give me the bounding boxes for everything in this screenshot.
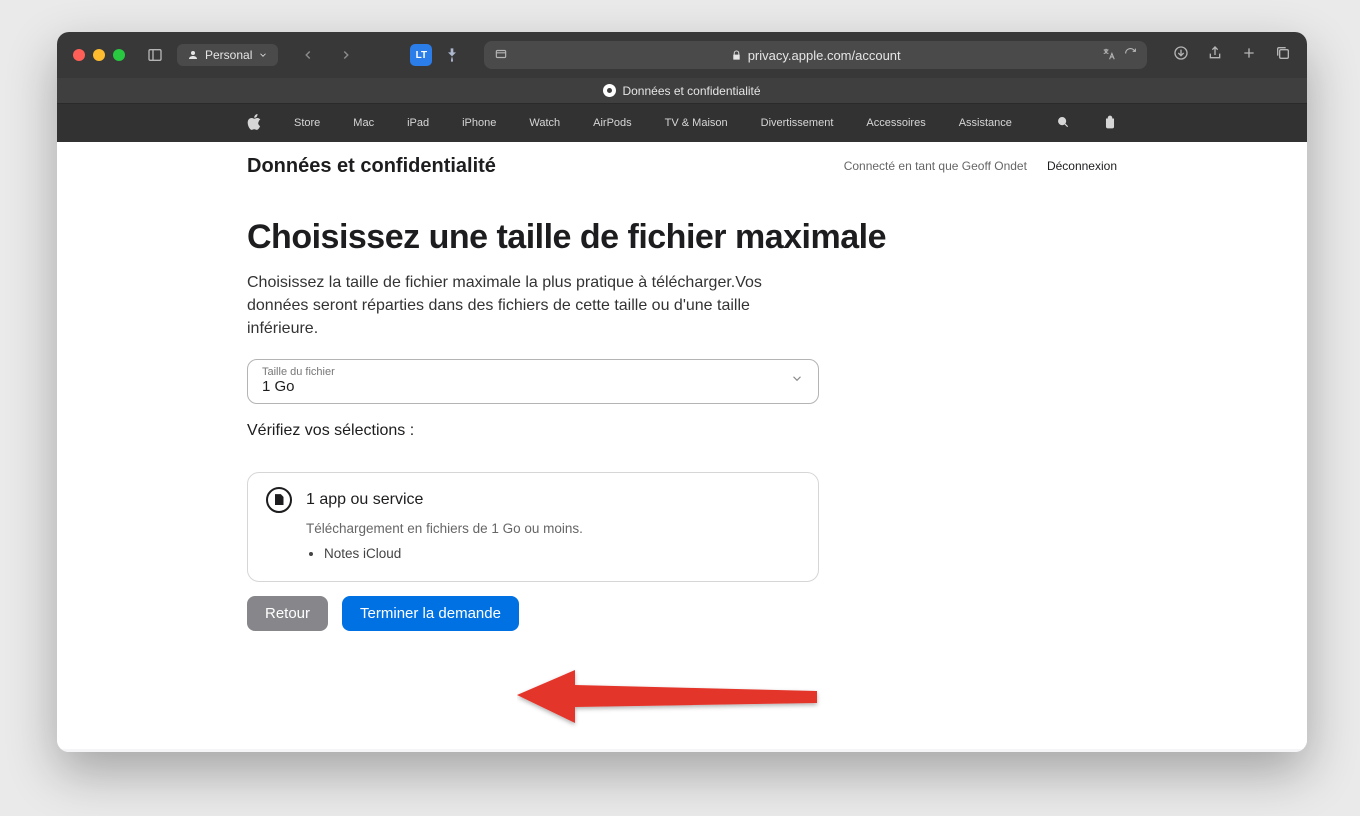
bag-icon[interactable] — [1103, 114, 1117, 133]
translate-icon[interactable] — [1102, 47, 1116, 64]
document-icon — [266, 487, 292, 513]
reload-icon[interactable] — [1124, 47, 1137, 64]
global-nav: Store Mac iPad iPhone Watch AirPods TV &… — [57, 104, 1307, 142]
apple-logo-icon[interactable] — [247, 114, 261, 133]
local-nav: Données et confidentialité Connecté en t… — [57, 142, 1307, 190]
verify-heading: Vérifiez vos sélections : — [247, 422, 1117, 440]
nav-support[interactable]: Assistance — [959, 117, 1012, 129]
share-icon[interactable] — [1207, 45, 1223, 66]
button-row: Retour Terminer la demande — [247, 596, 1117, 631]
tab-title[interactable]: Données et confidentialité — [622, 84, 760, 98]
review-item: Notes iCloud — [324, 546, 800, 561]
page-lead: Choisissez la taille de fichier maximale… — [247, 271, 807, 341]
tab-favicon — [603, 84, 616, 97]
footer: Vous pouvez aussi faire vos achats dans … — [57, 749, 1307, 752]
nav-mac[interactable]: Mac — [353, 117, 374, 129]
minimize-window-button[interactable] — [93, 49, 105, 61]
lock-icon — [731, 50, 742, 61]
site-settings-icon[interactable] — [494, 47, 508, 64]
signed-in-text: Connecté en tant que Geoff Ondet — [844, 159, 1027, 173]
back-button[interactable] — [294, 43, 322, 67]
review-card: 1 app ou service Téléchargement en fichi… — [247, 472, 819, 582]
profile-picker[interactable]: Personal — [177, 44, 278, 66]
nav-store[interactable]: Store — [294, 117, 320, 129]
nav-tv[interactable]: TV & Maison — [665, 117, 728, 129]
forward-button[interactable] — [332, 43, 360, 67]
profile-label: Personal — [205, 48, 252, 62]
file-size-select[interactable]: Taille du fichier 1 Go — [247, 359, 819, 404]
review-list: Notes iCloud — [324, 546, 800, 561]
review-subtitle: Téléchargement en fichiers de 1 Go ou mo… — [306, 521, 800, 536]
nav-arrows — [294, 43, 360, 67]
new-tab-icon[interactable] — [1241, 45, 1257, 66]
window-controls — [73, 49, 125, 61]
titlebar: Personal LT privacy.apple.com/account — [57, 32, 1307, 78]
submit-button[interactable]: Terminer la demande — [342, 596, 519, 631]
maximize-window-button[interactable] — [113, 49, 125, 61]
safari-window: Personal LT privacy.apple.com/account — [57, 32, 1307, 752]
back-button[interactable]: Retour — [247, 596, 328, 631]
chevron-down-icon — [790, 372, 804, 391]
page-heading: Choisissez une taille de fichier maximal… — [247, 218, 1117, 257]
url-text: privacy.apple.com/account — [748, 48, 901, 63]
nav-accessories[interactable]: Accessoires — [866, 117, 925, 129]
search-icon[interactable] — [1056, 114, 1070, 133]
select-value: 1 Go — [262, 378, 804, 395]
tab-strip: Données et confidentialité — [57, 78, 1307, 104]
extension-icon-1[interactable]: LT — [410, 44, 432, 66]
toolbar-right-icons — [1173, 45, 1291, 66]
address-bar[interactable]: privacy.apple.com/account — [484, 41, 1147, 69]
nav-ipad[interactable]: iPad — [407, 117, 429, 129]
nav-iphone[interactable]: iPhone — [462, 117, 496, 129]
sidebar-toggle-icon[interactable] — [143, 43, 167, 67]
tabs-overview-icon[interactable] — [1275, 45, 1291, 66]
review-title: 1 app ou service — [306, 491, 423, 509]
page-viewport[interactable]: Données et confidentialité Connecté en t… — [57, 142, 1307, 752]
extension-icons: LT — [410, 43, 464, 67]
select-label: Taille du fichier — [262, 366, 804, 378]
main-content: Choisissez une taille de fichier maximal… — [57, 190, 1307, 681]
extension-icon-2[interactable] — [440, 43, 464, 67]
close-window-button[interactable] — [73, 49, 85, 61]
nav-entertainment[interactable]: Divertissement — [761, 117, 834, 129]
nav-airpods[interactable]: AirPods — [593, 117, 632, 129]
nav-watch[interactable]: Watch — [529, 117, 560, 129]
logout-link[interactable]: Déconnexion — [1047, 159, 1117, 173]
downloads-icon[interactable] — [1173, 45, 1189, 66]
local-nav-title: Données et confidentialité — [247, 155, 496, 178]
